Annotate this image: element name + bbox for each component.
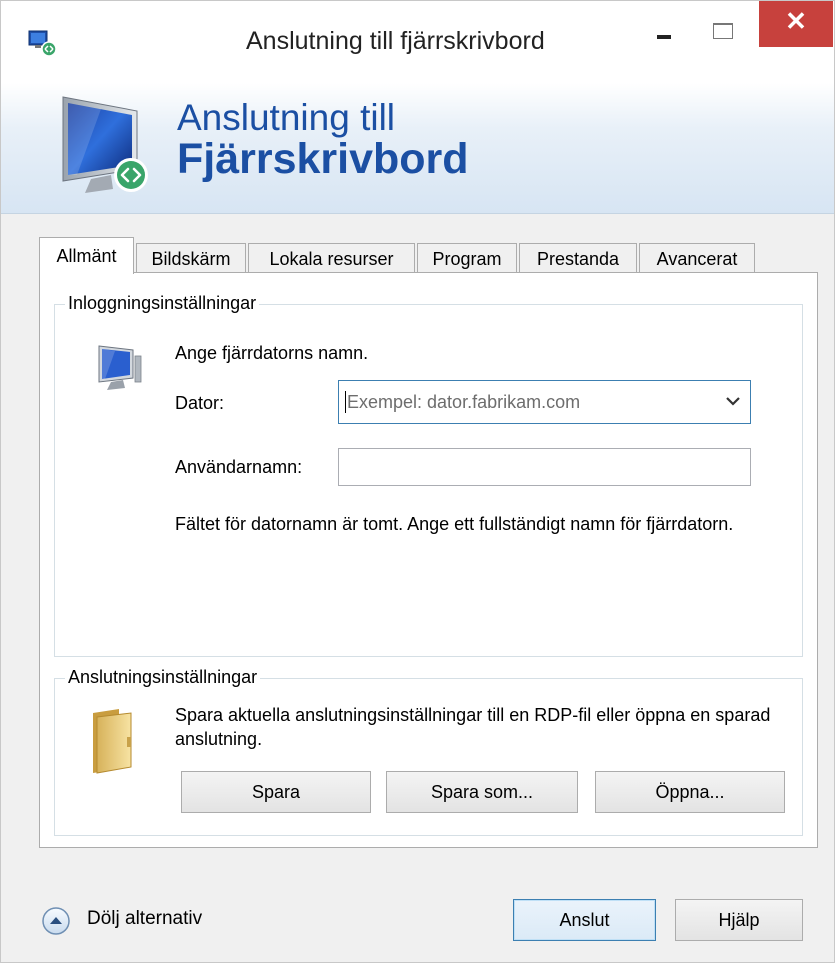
- computer-monitor-icon: [98, 345, 142, 390]
- folder-icon: [93, 709, 132, 774]
- minimize-button[interactable]: [641, 1, 689, 53]
- tab-prestanda[interactable]: Prestanda: [519, 243, 637, 273]
- maximize-icon: [713, 23, 733, 39]
- connect-button[interactable]: Anslut: [513, 899, 656, 941]
- chevron-up-circle-icon[interactable]: [41, 906, 71, 936]
- tab-panel-general: Inloggningsinställningar Ange fjärrdator…: [39, 272, 818, 848]
- remote-desktop-icon[interactable]: [27, 29, 57, 57]
- minimize-icon: [657, 35, 671, 39]
- title-bar[interactable]: Anslutning till fjärrskrivbord ✕: [1, 1, 834, 83]
- login-settings-legend: Inloggningsinställningar: [65, 293, 260, 314]
- hide-options-link[interactable]: Dölj alternativ: [87, 908, 202, 930]
- banner: Anslutning till Fjärrskrivbord: [1, 83, 834, 214]
- username-input[interactable]: [338, 448, 751, 486]
- text-caret: [345, 391, 346, 413]
- banner-title-line2: Fjärrskrivbord: [177, 135, 469, 183]
- help-button[interactable]: Hjälp: [675, 899, 803, 941]
- open-button[interactable]: Öppna...: [595, 771, 785, 813]
- window-title: Anslutning till fjärrskrivbord: [246, 27, 545, 55]
- close-button[interactable]: ✕: [759, 1, 833, 47]
- login-prompt-text: Ange fjärrdatorns namn.: [175, 343, 369, 363]
- connection-description: Spara aktuella anslutningsinställningar …: [175, 705, 771, 749]
- tab-avancerat[interactable]: Avancerat: [639, 243, 755, 273]
- save-as-button[interactable]: Spara som...: [386, 771, 578, 813]
- tab-bildskarm[interactable]: Bildskärm: [136, 243, 246, 273]
- tab-program[interactable]: Program: [417, 243, 517, 273]
- computer-label: Dator:: [175, 393, 225, 413]
- computer-combobox[interactable]: Exempel: dator.fabrikam.com: [338, 380, 751, 424]
- connection-settings-group: Anslutningsinställningar Spara aktuella …: [54, 667, 803, 836]
- connection-settings-legend: Anslutningsinställningar: [65, 667, 261, 688]
- computer-placeholder: Exempel: dator.fabrikam.com: [347, 392, 581, 412]
- close-icon: ✕: [785, 6, 807, 36]
- username-label: Användarnamn:: [175, 457, 303, 477]
- remote-desktop-monitor-icon: [62, 96, 148, 193]
- save-button[interactable]: Spara: [181, 771, 371, 813]
- banner-title-line1: Anslutning till: [177, 97, 396, 138]
- remote-desktop-window: Anslutning till fjärrskrivbord ✕ Anslutn…: [0, 0, 835, 963]
- maximize-button[interactable]: [701, 1, 749, 53]
- tab-lokala-resurser[interactable]: Lokala resurser: [248, 243, 415, 273]
- chevron-down-icon[interactable]: [724, 392, 742, 410]
- login-settings-group: Inloggningsinställningar Ange fjärrdator…: [54, 293, 803, 657]
- tab-allmant[interactable]: Allmänt: [39, 237, 134, 274]
- empty-computer-warning: Fältet för datornamn är tomt. Ange ett f…: [175, 514, 734, 534]
